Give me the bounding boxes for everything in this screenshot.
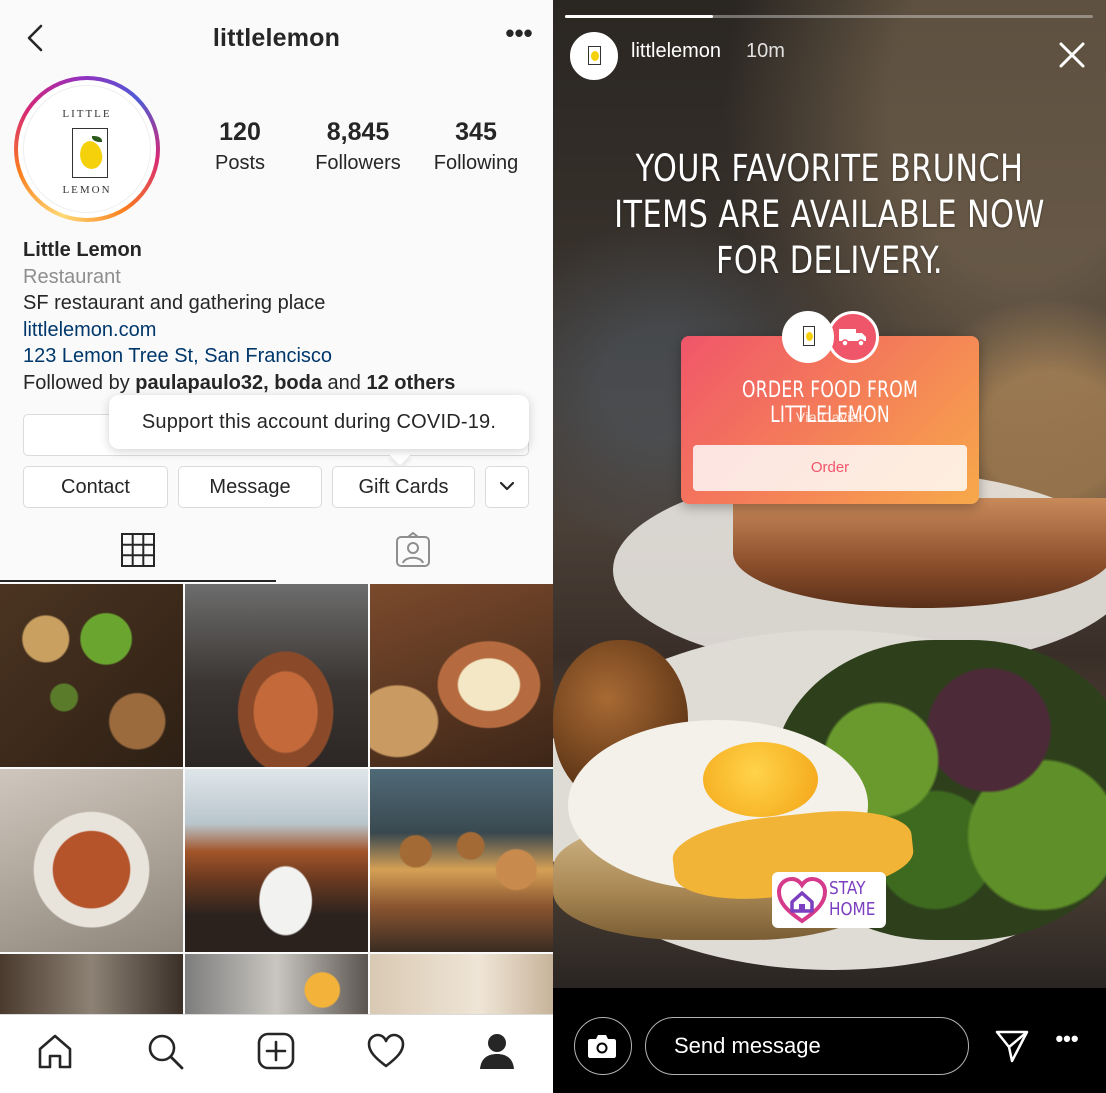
suggested-dropdown-button[interactable]: [485, 466, 529, 508]
post-thumbnail[interactable]: [370, 769, 553, 952]
story-avatar[interactable]: [570, 32, 618, 80]
stay-home-text: STAY HOME: [829, 878, 876, 920]
delivery-truck-icon: [839, 329, 866, 347]
post-thumbnail[interactable]: [0, 584, 183, 767]
order-food-sticker[interactable]: ORDER FOOD FROM LITTLELEMON Via Caviar O…: [681, 336, 979, 504]
post-thumbnail[interactable]: [185, 954, 368, 1014]
posts-count[interactable]: 120 Posts: [205, 118, 275, 175]
logo-text-top: LITTLE: [62, 108, 112, 120]
order-sticker-subtitle: Via Caviar: [795, 409, 865, 425]
posts-grid: [0, 584, 553, 1014]
covid-support-tooltip[interactable]: Support this account during COVID-19.: [109, 395, 529, 449]
post-thumbnail[interactable]: [185, 584, 368, 767]
active-tab-indicator: [0, 580, 276, 582]
story-more-options-icon[interactable]: •••: [1052, 1028, 1082, 1061]
stay-home-sticker[interactable]: STAY HOME: [772, 872, 886, 928]
followed-by[interactable]: Followed by paulapaulo32, boda and 12 ot…: [23, 370, 543, 397]
copper-pan: [733, 498, 1106, 608]
story-viewer[interactable]: littlelemon 10m YOUR FAVORITE BRUNCH ITE…: [553, 0, 1106, 1093]
profile-description: SF restaurant and gathering place: [23, 292, 326, 315]
contact-button[interactable]: Contact: [23, 466, 168, 508]
order-sticker-avatar: [782, 311, 834, 363]
story-timestamp: 10m: [746, 40, 785, 62]
egg-yolk: [703, 742, 818, 817]
tab-grid[interactable]: [0, 522, 276, 584]
close-icon[interactable]: [1055, 38, 1089, 72]
heart-icon[interactable]: [366, 1031, 406, 1071]
story-headline: YOUR FAVORITE BRUNCH ITEMS ARE AVAILABLE…: [614, 147, 1045, 282]
profile-bio: Little Lemon Restaurant SF restaurant an…: [23, 237, 543, 397]
following-count[interactable]: 345 Following: [426, 118, 526, 175]
grid-icon: [121, 533, 155, 567]
profile-username-title: littlelemon: [212, 24, 341, 52]
direct-send-icon[interactable]: [994, 1028, 1030, 1064]
more-options-icon[interactable]: •••: [502, 20, 536, 50]
chevron-down-icon: [499, 481, 515, 491]
lemon-icon: [806, 332, 813, 341]
post-thumbnail[interactable]: [0, 769, 183, 952]
message-button[interactable]: Message: [178, 466, 322, 508]
followers-count[interactable]: 8,845 Followers: [306, 118, 410, 175]
search-icon[interactable]: [145, 1031, 185, 1071]
send-message-input[interactable]: Send message: [645, 1017, 969, 1075]
post-thumbnail[interactable]: [370, 954, 553, 1014]
profile-category: Restaurant: [23, 265, 121, 288]
profile-tabs: [0, 522, 553, 584]
profile-name: Little Lemon: [23, 239, 142, 261]
delivery-truck-badge: [827, 311, 879, 363]
little-lemon-logo: LITTLE LEMON: [23, 85, 151, 213]
post-thumbnail[interactable]: [185, 769, 368, 952]
home-icon[interactable]: [35, 1031, 75, 1071]
story-reply-bar: Send message •••: [553, 988, 1106, 1093]
profile-avatar[interactable]: LITTLE LEMON: [14, 76, 160, 222]
tab-tagged[interactable]: [276, 522, 552, 584]
house-heart-icon: [776, 876, 828, 924]
address-link[interactable]: 123 Lemon Tree St, San Francisco: [23, 343, 543, 370]
profile-icon[interactable]: [477, 1031, 517, 1071]
new-post-icon[interactable]: [256, 1031, 296, 1071]
camera-button[interactable]: [574, 1017, 632, 1075]
story-username[interactable]: littlelemon: [631, 40, 721, 63]
tagged-person-icon: [396, 532, 430, 567]
website-link[interactable]: littlelemon.com: [23, 317, 543, 344]
profile-screen: littlelemon ••• LITTLE LEMON 120 Posts 8…: [0, 0, 553, 1093]
post-thumbnail[interactable]: [0, 954, 183, 1014]
bottom-navigation: [0, 1014, 553, 1093]
camera-icon: [588, 1035, 616, 1058]
order-button[interactable]: Order: [693, 445, 967, 491]
lemon-icon: [591, 51, 599, 61]
story-progress-bar: [565, 15, 1093, 18]
gift-cards-button[interactable]: Gift Cards: [332, 466, 475, 508]
profile-header: littlelemon •••: [0, 0, 553, 76]
lemon-icon: [77, 139, 105, 171]
post-thumbnail[interactable]: [370, 584, 553, 767]
logo-text-bottom: LEMON: [62, 184, 112, 196]
